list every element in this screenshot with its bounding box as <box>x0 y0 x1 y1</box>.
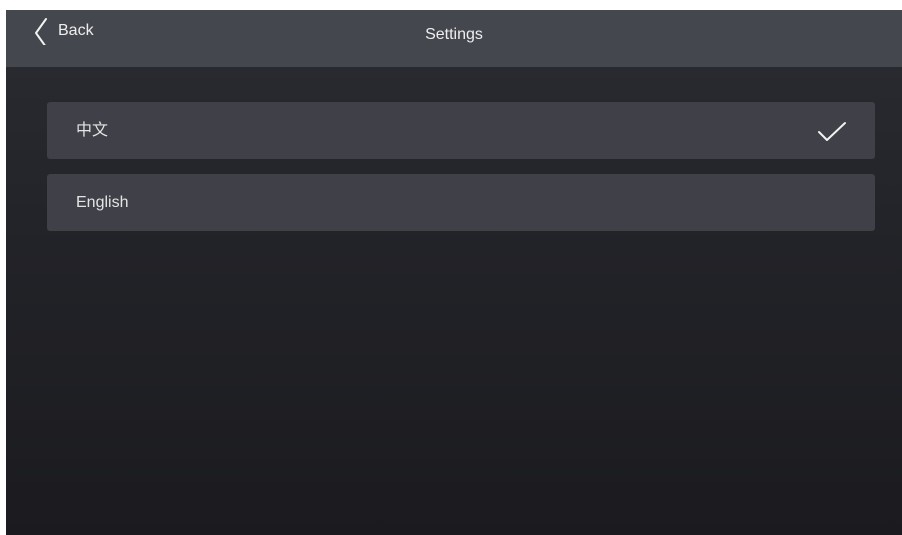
checkmark-icon <box>818 122 846 141</box>
chevron-left-icon <box>35 18 47 45</box>
back-label: Back <box>58 22 94 39</box>
page-title: Settings <box>425 26 483 43</box>
language-option-english[interactable]: English <box>47 174 875 231</box>
settings-screen: Back Settings 中文 English <box>6 10 902 535</box>
back-button[interactable]: Back <box>34 10 94 52</box>
language-option-chinese[interactable]: 中文 <box>47 102 875 159</box>
top-bar: Back Settings <box>6 10 902 67</box>
language-option-label: 中文 <box>76 122 109 139</box>
language-option-label: English <box>76 194 129 211</box>
